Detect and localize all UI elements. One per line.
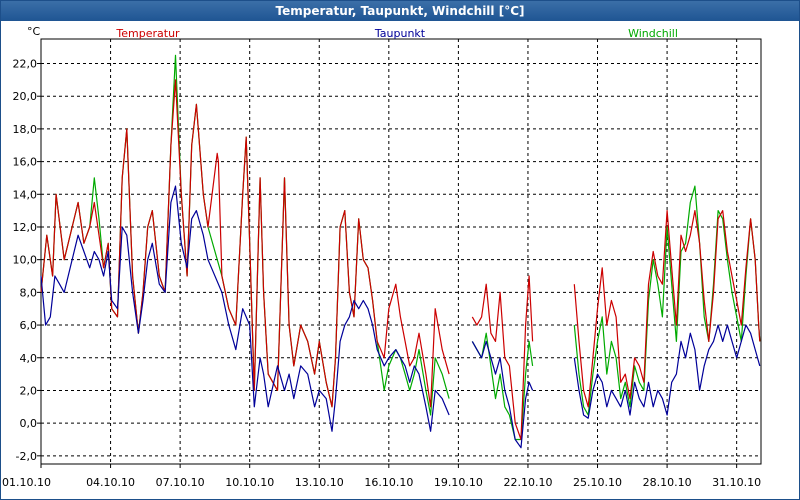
- x-tick-label: 01.10.10: [2, 476, 51, 489]
- y-tick-label: -2,0: [16, 450, 37, 463]
- x-tick-label: 28.10.10: [643, 476, 692, 489]
- y-axis-ticks: 22,0 20,0 18,0 16,0 14,0 12,0 10,0 8,0 6,0 4,0 2,0…: [13, 58, 41, 463]
- y-tick-label: 18,0: [13, 123, 38, 136]
- y-tick-label: 4,0: [20, 352, 38, 365]
- x-tick-label: 31.10.10: [712, 476, 761, 489]
- legend-taupunkt: Taupunkt: [374, 27, 426, 40]
- x-tick-label: 04.10.10: [86, 476, 135, 489]
- y-tick-label: 8,0: [20, 286, 38, 299]
- x-tick-label: 22.10.10: [503, 476, 552, 489]
- y-tick-label: 20,0: [13, 90, 38, 103]
- x-tick-label: 16.10.10: [364, 476, 413, 489]
- window-title: Temperatur, Taupunkt, Windchill [°C]: [1, 1, 799, 21]
- x-tick-label: 19.10.10: [434, 476, 483, 489]
- y-tick-label: 14,0: [13, 188, 38, 201]
- x-tick-label: 25.10.10: [573, 476, 622, 489]
- legend-windchill: Windchill: [628, 27, 678, 40]
- x-tick-label: 07.10.10: [156, 476, 205, 489]
- y-tick-label: 6,0: [20, 319, 38, 332]
- legend-temperatur: Temperatur: [115, 27, 180, 40]
- x-axis-ticks: 01.10.10 04.10.10 07.10.10 10.10.10 13.10.10…: [2, 464, 761, 489]
- y-tick-label: 2,0: [20, 384, 38, 397]
- x-tick-label: 10.10.10: [225, 476, 274, 489]
- y-axis-unit-label: °C: [27, 25, 41, 38]
- y-tick-label: 10,0: [13, 254, 38, 267]
- y-tick-label: 12,0: [13, 221, 38, 234]
- y-tick-label: 0,0: [20, 417, 38, 430]
- y-tick-label: 22,0: [13, 58, 38, 71]
- y-tick-label: 16,0: [13, 156, 38, 169]
- line-chart: 22,0 20,0 18,0 16,0 14,0 12,0 10,0 8,0 6,0 4,0 2,0…: [2, 25, 762, 489]
- chart-window: Temperatur, Taupunkt, Windchill [°C] 22,…: [0, 0, 800, 500]
- x-tick-label: 13.10.10: [295, 476, 344, 489]
